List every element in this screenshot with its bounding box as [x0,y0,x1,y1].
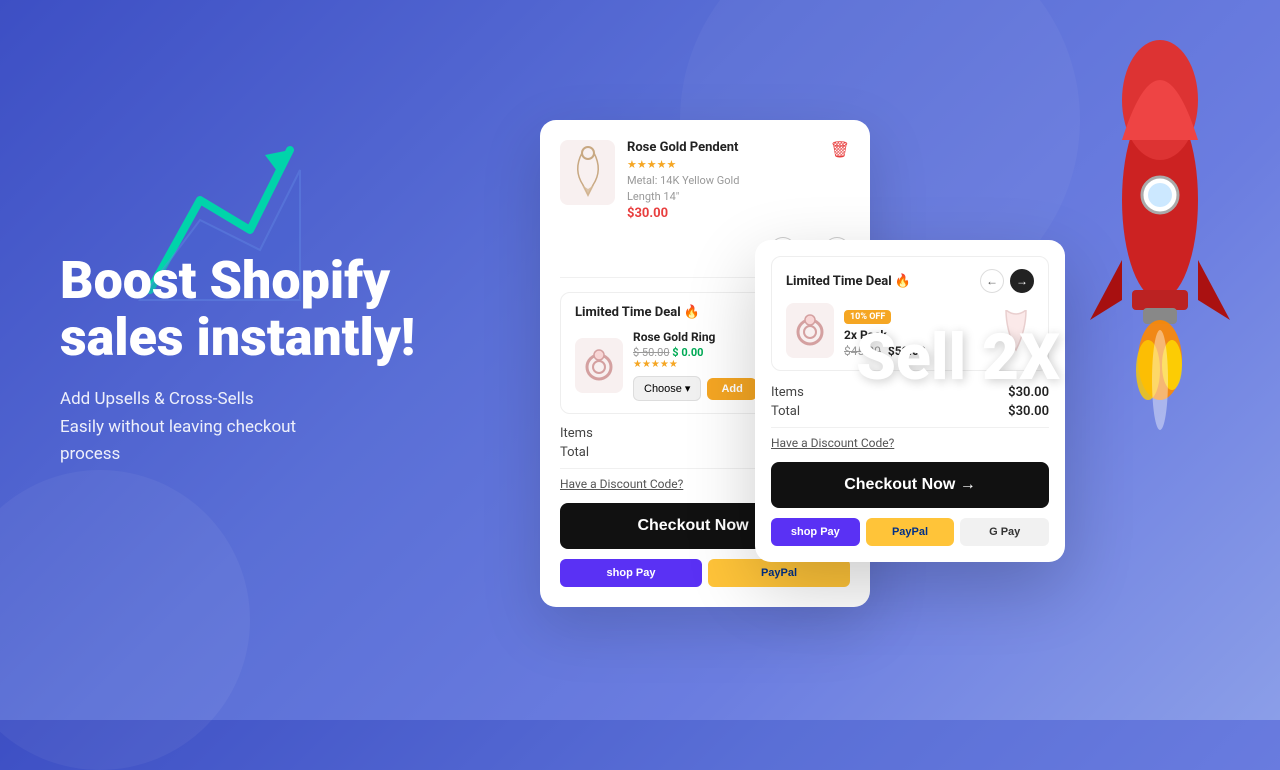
cart-front-card: Limited Time Deal 🔥 ← → 10% OFF 2x Pack … [755,240,1065,562]
bg-shape-1 [0,470,250,770]
front-ltd-nav: ← → [980,269,1034,293]
front-ltd-prev-button[interactable]: ← [980,269,1004,293]
front-checkout-button[interactable]: Checkout Now → [771,462,1049,508]
back-deal-image [575,338,623,393]
sell-2x-label: Sell 2X [856,320,1060,395]
back-choose-button[interactable]: Choose ▾ [633,376,701,401]
back-payment-buttons: shop Pay PayPal [560,559,850,587]
back-product-image [560,140,615,205]
back-product-length: Length 14" [627,190,818,203]
back-total-label: Total [560,445,589,460]
front-total-row: Total $30.00 [771,404,1049,419]
front-ltd-header: Limited Time Deal 🔥 ← → [786,269,1034,293]
back-paypal-button[interactable]: PayPal [708,559,850,587]
back-product-name: Rose Gold Pendent [627,140,818,155]
back-product-metal: Metal: 14K Yellow Gold [627,174,818,187]
front-discount-link[interactable]: Have a Discount Code? [771,436,1049,450]
back-delete-icon[interactable]: 🗑 [830,140,850,159]
front-payment-buttons: shop Pay PayPal G Pay [771,518,1049,546]
back-shopify-pay-button[interactable]: shop Pay [560,559,702,587]
main-headline: Boost Shopify sales instantly! [60,252,500,366]
back-items-label: Items [560,426,593,441]
front-ltd-title: Limited Time Deal 🔥 [786,274,911,289]
front-ltd-next-button[interactable]: → [1010,269,1034,293]
front-items-label: Items [771,385,804,400]
sub-text: Add Upsells & Cross-Sells Easily without… [60,386,500,468]
back-ltd-title: Limited Time Deal 🔥 [575,305,700,320]
front-total-label: Total [771,404,800,419]
front-paypal-button[interactable]: PayPal [866,518,955,546]
front-total-value: $30.00 [1008,404,1049,419]
front-gpay-button[interactable]: G Pay [960,518,1049,546]
left-content: Boost Shopify sales instantly! Add Upsel… [60,252,500,468]
front-shopify-pay-button[interactable]: shop Pay [771,518,860,546]
back-product-info: Rose Gold Pendent ★★★★★ Metal: 14K Yello… [627,140,818,221]
front-deal-image [786,303,834,358]
back-product-row: Rose Gold Pendent ★★★★★ Metal: 14K Yello… [560,140,850,221]
back-add-button[interactable]: Add [707,378,756,400]
back-product-stars: ★★★★★ [627,158,818,171]
back-product-price: $30.00 [627,206,818,221]
